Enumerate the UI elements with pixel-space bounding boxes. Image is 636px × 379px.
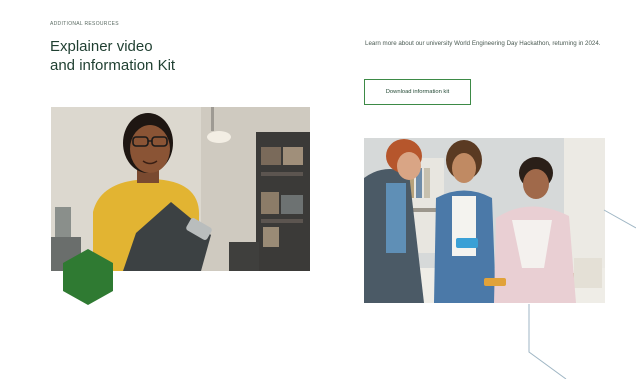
information-kit-image[interactable]	[364, 138, 605, 303]
intro-text: Learn more about our university World En…	[365, 40, 601, 47]
section-title-line-1: Explainer video	[50, 38, 153, 55]
section-title-line-2: and information Kit	[50, 57, 176, 74]
section-title: Explainer video and information Kit	[50, 37, 250, 75]
group-photo-illustration	[364, 138, 605, 303]
eyebrow-label: ADDITIONAL RESOURCES	[50, 21, 119, 27]
download-information-kit-button[interactable]: Download information kit	[364, 79, 471, 105]
hexagon-decoration-icon	[63, 249, 113, 305]
